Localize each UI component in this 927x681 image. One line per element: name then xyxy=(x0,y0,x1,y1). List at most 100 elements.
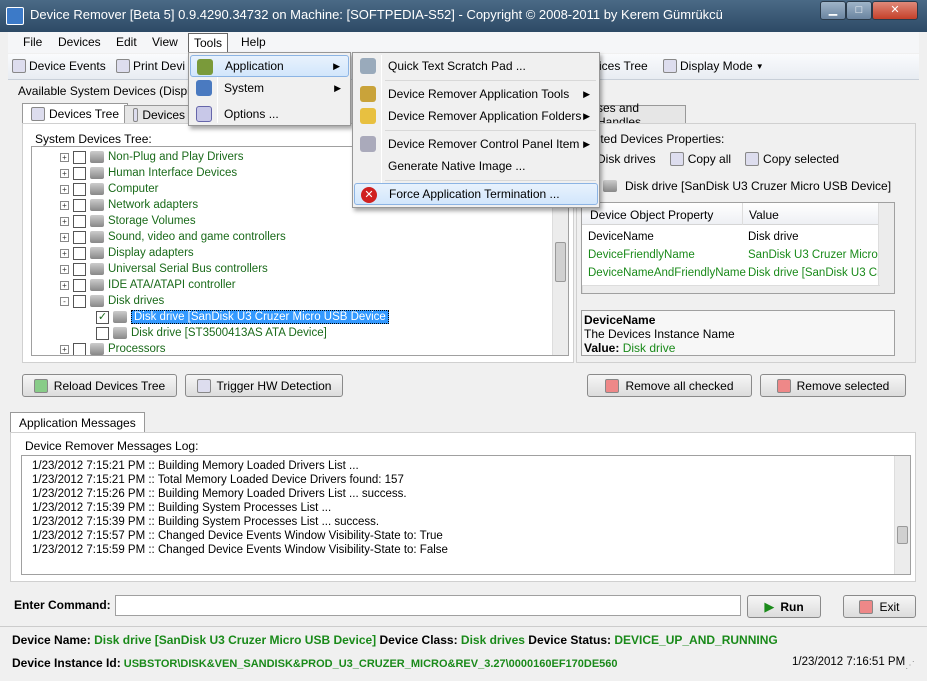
menu-view[interactable]: View xyxy=(147,35,183,52)
log-scroll-thumb[interactable] xyxy=(897,526,908,544)
copy-all-button[interactable]: Copy all xyxy=(669,152,731,166)
tree-expander-icon[interactable]: + xyxy=(60,232,69,242)
properties-grid[interactable]: Device Object Property Value DeviceName D… xyxy=(581,202,895,294)
close-button[interactable]: ✕ xyxy=(872,1,918,20)
tree-item-checkbox[interactable] xyxy=(73,214,86,228)
tree-item[interactable]: ✓ Disk drive [SanDisk U3 Cruzer Micro USB… xyxy=(96,309,389,325)
menu-help[interactable]: Help xyxy=(236,35,271,52)
resize-grip-icon[interactable]: ⋰ xyxy=(905,660,919,674)
grid-vscroll[interactable] xyxy=(878,203,894,293)
menu-edit[interactable]: Edit xyxy=(111,35,142,52)
exit-button[interactable]: Exit xyxy=(843,595,916,618)
tree-item[interactable]: + Network adapters xyxy=(60,197,198,213)
tools-menu-options[interactable]: Options ... xyxy=(190,103,349,125)
grid-header-value[interactable]: Value xyxy=(749,208,779,222)
reload-devices-tree-button[interactable]: Reload Devices Tree xyxy=(22,374,177,397)
messages-log[interactable]: 1/23/2012 7:15:21 PM :: Building Memory … xyxy=(21,455,911,575)
printer-icon xyxy=(116,59,130,73)
tree-item[interactable]: + Display adapters xyxy=(60,245,194,261)
device-status-value: DEVICE_UP_AND_RUNNING xyxy=(614,633,778,647)
tab-processes-handles[interactable]: ses and Handles xyxy=(588,101,686,129)
trigger-hw-detection-button[interactable]: Trigger HW Detection xyxy=(185,374,343,397)
tree-item-checkbox[interactable] xyxy=(73,342,86,355)
tree-item-checkbox[interactable] xyxy=(73,246,86,260)
device-events-button[interactable]: Device Events xyxy=(12,59,106,73)
tree-expander-icon[interactable]: + xyxy=(60,152,69,162)
tree-item[interactable]: + Universal Serial Bus controllers xyxy=(60,261,268,277)
tree-item-checkbox[interactable] xyxy=(73,182,86,196)
tree-item[interactable]: Disk drive [ST3500413AS ATA Device] xyxy=(96,325,327,341)
tab-devices-tree[interactable]: Devices Tree xyxy=(22,103,129,123)
grid-header-property[interactable]: Device Object Property xyxy=(590,208,713,222)
tree-item[interactable]: + IDE ATA/ATAPI controller xyxy=(60,277,236,293)
print-devices-button[interactable]: Print Devi xyxy=(116,59,185,73)
tab-devices[interactable]: Devices xyxy=(124,105,194,123)
grid-row[interactable]: DeviceFriendlyName SanDisk U3 Cruzer Micr… xyxy=(582,247,880,265)
window-title: Device Remover [Beta 5] 0.9.4290.34732 o… xyxy=(30,7,723,22)
grid-row[interactable]: DeviceName Disk drive xyxy=(582,229,880,247)
available-devices-label: Available System Devices (Display xyxy=(18,84,203,98)
minimize-button[interactable]: ▁ xyxy=(820,1,846,20)
notepad-icon xyxy=(360,58,376,74)
menu-devices[interactable]: Devices xyxy=(53,35,106,52)
tree-item-checkbox[interactable] xyxy=(73,278,86,292)
tree-item[interactable]: + Human Interface Devices xyxy=(60,165,237,181)
menu-file[interactable]: File xyxy=(18,35,47,52)
command-input[interactable] xyxy=(115,595,741,616)
tree-item-checkbox[interactable] xyxy=(73,150,86,164)
tree-expander-icon[interactable]: + xyxy=(60,264,69,274)
tree-expander-icon[interactable]: + xyxy=(60,344,69,354)
grid-row[interactable]: DeviceNameAndFriendlyName Disk drive [San… xyxy=(582,265,880,283)
tree-item[interactable]: - Disk drives xyxy=(60,293,164,309)
tree-item-checkbox[interactable] xyxy=(73,294,86,308)
tree-item[interactable]: + Sound, video and game controllers xyxy=(60,229,286,245)
copy-selected-button[interactable]: Copy selected xyxy=(745,152,839,166)
submenu-arrow-icon: ▶ xyxy=(583,138,590,149)
devices-tree-button[interactable]: vices Tree xyxy=(593,59,648,73)
tab-application-messages[interactable]: Application Messages xyxy=(10,412,145,432)
remove-selected-button[interactable]: Remove selected xyxy=(760,374,906,397)
tree-item-checkbox[interactable] xyxy=(96,326,109,340)
submenu-control-panel-item[interactable]: Device Remover Control Panel Item ▶ xyxy=(354,133,598,155)
run-button[interactable]: ▶ Run xyxy=(747,595,821,618)
tree-item[interactable]: + Processors xyxy=(60,341,166,355)
remove-selected-icon xyxy=(776,378,791,393)
grid-hscroll[interactable] xyxy=(582,285,880,293)
tree-item[interactable]: + Storage Volumes xyxy=(60,213,196,229)
tree-item[interactable]: + Computer xyxy=(60,181,159,197)
tree-scroll-thumb[interactable] xyxy=(555,242,566,282)
menu-tools[interactable]: Tools xyxy=(188,33,229,53)
tree-expander-icon[interactable]: - xyxy=(60,296,69,306)
tree-expander-icon[interactable]: + xyxy=(60,200,69,210)
tree-item[interactable]: + Non-Plug and Play Drivers xyxy=(60,149,244,165)
submenu-generate-native-image[interactable]: Generate Native Image ... xyxy=(354,155,598,177)
tree-item-checkbox[interactable] xyxy=(73,166,86,180)
tools-menu-system[interactable]: System ▶ xyxy=(190,77,349,99)
tree-expander-icon[interactable]: + xyxy=(60,168,69,178)
log-scrollbar[interactable] xyxy=(894,456,910,574)
tools-menu-application[interactable]: Application ▶ xyxy=(190,55,349,77)
tree-expander-icon[interactable]: + xyxy=(60,216,69,226)
tree-item-checkbox[interactable] xyxy=(73,230,86,244)
messages-log-label: Device Remover Messages Log: xyxy=(25,439,199,453)
submenu-application-folders[interactable]: Device Remover Application Folders ▶ xyxy=(354,105,598,127)
description-text: The Devices Instance Name xyxy=(584,327,735,341)
tree-expander-icon[interactable]: + xyxy=(60,280,69,290)
maximize-button[interactable]: □ xyxy=(846,1,872,20)
tree-item-checkbox[interactable] xyxy=(73,262,86,276)
tree-item-checkbox[interactable]: ✓ xyxy=(96,310,109,324)
device-icon xyxy=(90,231,104,243)
submenu-application-tools[interactable]: Device Remover Application Tools ▶ xyxy=(354,83,598,105)
disk-drives-button[interactable]: Disk drives xyxy=(597,152,656,166)
submenu-force-termination[interactable]: ✕ Force Application Termination ... xyxy=(354,183,598,205)
control-panel-icon xyxy=(360,136,376,152)
application-folders-label: Device Remover Application Folders xyxy=(388,109,582,123)
tree-expander-icon[interactable]: + xyxy=(60,248,69,258)
submenu-quick-text-scratch-pad[interactable]: Quick Text Scratch Pad ... xyxy=(354,55,598,77)
device-combo[interactable]: Disk drive [SanDisk U3 Cruzer Micro USB … xyxy=(603,176,911,196)
tree-expander-icon[interactable]: + xyxy=(60,184,69,194)
tree-item-checkbox[interactable] xyxy=(73,198,86,212)
display-mode-button[interactable]: Display Mode ▼ xyxy=(663,59,764,73)
tools-icon xyxy=(360,86,376,102)
remove-all-checked-button[interactable]: Remove all checked xyxy=(587,374,752,397)
